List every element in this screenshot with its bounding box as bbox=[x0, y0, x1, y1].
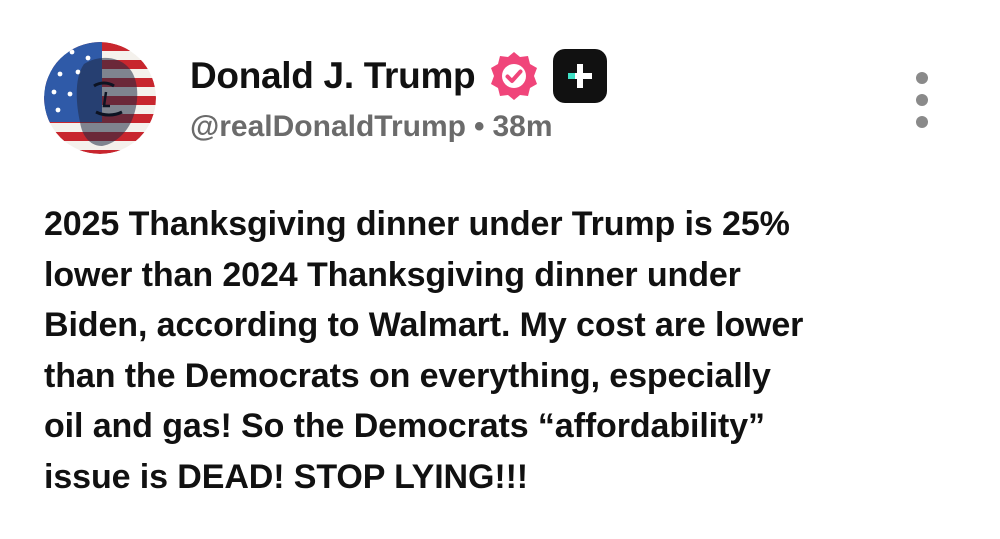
post-body-line: oil and gas! So the Democrats “affordabi… bbox=[44, 407, 765, 445]
meta-separator: • bbox=[473, 110, 485, 143]
author-name-row: Donald J. Trump bbox=[190, 49, 608, 103]
post-body-line: Biden, according to Walmart. My cost are… bbox=[44, 306, 804, 344]
post-timestamp[interactable]: 38m bbox=[492, 110, 552, 144]
post-body-line: issue is DEAD! STOP LYING!!! bbox=[44, 457, 529, 496]
post-header: Donald J. Trump @realDonaldTrump • 38m bbox=[190, 49, 608, 144]
author-avatar[interactable] bbox=[44, 42, 156, 154]
plus-badge-icon bbox=[553, 49, 608, 103]
post-body-line: than the Democrats on everything, especi… bbox=[44, 356, 771, 395]
more-vertical-icon[interactable] bbox=[906, 72, 938, 128]
post-card: Donald J. Trump @realDonaldTrump • 38m 2… bbox=[0, 0, 1000, 539]
verified-badge-icon bbox=[491, 52, 538, 100]
flag-portrait-avatar bbox=[44, 42, 156, 154]
menu-dot bbox=[916, 72, 928, 84]
post-body-line: lower than 2024 Thanksgiving dinner unde… bbox=[44, 255, 741, 294]
post-body-line: 2025 Thanksgiving dinner under Trump is … bbox=[44, 205, 790, 243]
menu-dot bbox=[916, 116, 928, 128]
author-handle[interactable]: @realDonaldTrump bbox=[190, 110, 466, 144]
author-meta-row: @realDonaldTrump • 38m bbox=[190, 110, 607, 144]
author-display-name[interactable]: Donald J. Trump bbox=[190, 55, 476, 97]
menu-dot bbox=[916, 94, 928, 106]
post-body-text: 2025 Thanksgiving dinner under Trump is … bbox=[44, 199, 964, 502]
